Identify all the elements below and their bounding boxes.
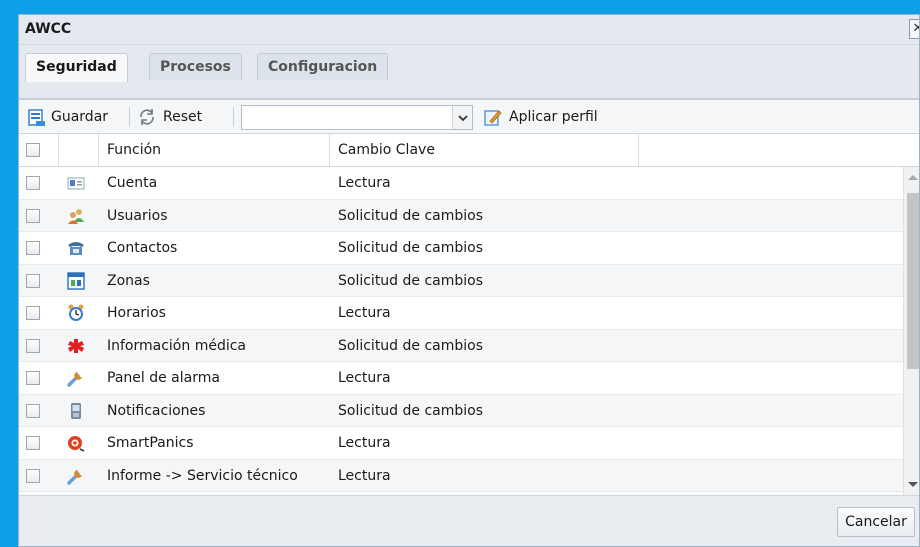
row-change: Solicitud de cambios: [338, 272, 484, 289]
row-function: Notificaciones: [107, 402, 206, 419]
refresh-icon: [140, 109, 154, 125]
users-icon: [68, 208, 84, 224]
table-row[interactable]: Informe -> Servicio técnico Lectura: [19, 459, 903, 492]
phone-icon: [68, 242, 84, 255]
wrench-icon: [67, 469, 82, 485]
scroll-thumb[interactable]: [907, 193, 919, 369]
toolbar-divider: [233, 107, 234, 127]
column-label: Función: [107, 142, 162, 158]
row-change: Lectura: [338, 305, 391, 321]
scroll-up-arrow[interactable]: [908, 175, 918, 180]
table-row[interactable]: Información médica Solicitud de cambios: [19, 329, 903, 362]
awcc-dialog: AWCC ✕ Seguridad Procesos Configuracion …: [18, 14, 920, 547]
cancel-button[interactable]: Cancelar: [837, 507, 915, 537]
reset-button[interactable]: Reset: [137, 106, 202, 128]
column-header-cambio-clave[interactable]: Cambio Clave: [330, 134, 639, 167]
row-function: Informe -> Servicio técnico: [107, 467, 298, 484]
chevron-down-icon: [457, 114, 468, 121]
title-bar: AWCC ✕: [19, 15, 919, 45]
row-function: SmartPanics: [107, 435, 194, 451]
row-checkbox[interactable]: [26, 371, 40, 385]
row-checkbox[interactable]: [26, 338, 40, 353]
tab-label: Configuracion: [268, 59, 378, 75]
grid-body: Cuenta Lectura Usuarios Solicitud de cam…: [19, 167, 903, 495]
table-row[interactable]: Notificaciones Solicitud de cambios: [19, 394, 903, 427]
column-header-funcion[interactable]: Función: [99, 134, 330, 167]
id-card-icon: [67, 177, 85, 190]
row-checkbox[interactable]: [26, 403, 40, 418]
table-row[interactable]: Contactos Solicitud de cambios: [19, 232, 903, 265]
mobile-phone-icon: [71, 402, 81, 419]
edit-icon: [484, 110, 502, 126]
row-function: Horarios: [107, 305, 166, 321]
column-label: Cambio Clave: [338, 142, 435, 158]
row-change: Lectura: [338, 370, 391, 386]
row-change: Lectura: [338, 175, 391, 191]
row-function: Cuenta: [107, 175, 158, 191]
medical-icon: [68, 338, 84, 353]
tab-label: Procesos: [160, 59, 231, 75]
row-function: Zonas: [107, 272, 150, 289]
row-function: Panel de alarma: [107, 370, 220, 386]
row-function: Información médica: [107, 337, 247, 354]
tab-label: Seguridad: [36, 59, 117, 75]
toolbar: Guardar Reset Aplicar perfil: [19, 99, 919, 133]
icon-column-header: [59, 134, 99, 167]
close-icon: ✕: [913, 21, 919, 36]
zones-icon: [67, 271, 85, 290]
row-checkbox[interactable]: [26, 468, 40, 483]
row-checkbox[interactable]: [26, 273, 40, 288]
row-change: Solicitud de cambios: [338, 240, 484, 256]
alarm-clock-icon: [68, 304, 84, 321]
tab-procesos[interactable]: Procesos: [149, 53, 242, 80]
select-all-cell: [19, 134, 59, 167]
apply-profile-label: Aplicar perfil: [509, 109, 598, 125]
window-title: AWCC: [25, 21, 72, 37]
table-row[interactable]: Usuarios Solicitud de cambios: [19, 199, 903, 232]
row-change: Lectura: [338, 435, 391, 451]
select-all-checkbox[interactable]: [26, 143, 40, 157]
tab-configuracion[interactable]: Configuracion: [257, 53, 389, 80]
apply-profile-button[interactable]: Aplicar perfil: [483, 106, 598, 128]
row-change: Solicitud de cambios: [338, 402, 484, 419]
row-change: Lectura: [338, 467, 391, 484]
table-row[interactable]: Horarios Lectura: [19, 297, 903, 330]
table-row[interactable]: Panel de alarma Lectura: [19, 362, 903, 395]
save-label: Guardar: [51, 109, 109, 125]
table-row[interactable]: SmartPanics Lectura: [19, 427, 903, 460]
row-checkbox[interactable]: [26, 241, 40, 255]
reset-label: Reset: [163, 109, 203, 125]
vertical-scrollbar[interactable]: [903, 167, 919, 495]
wrench-icon: [67, 372, 82, 387]
table-row[interactable]: Zonas Solicitud de cambios: [19, 264, 903, 297]
grid-header: Función Cambio Clave: [19, 133, 919, 167]
profile-select[interactable]: [241, 105, 473, 130]
row-checkbox[interactable]: [26, 176, 40, 190]
dialog-footer: Cancelar: [19, 495, 919, 546]
dropdown-trigger[interactable]: [452, 106, 472, 129]
row-change: Solicitud de cambios: [338, 207, 484, 224]
save-icon: [28, 109, 45, 126]
row-checkbox[interactable]: [26, 436, 40, 450]
row-checkbox[interactable]: [26, 208, 40, 223]
tab-seguridad[interactable]: Seguridad: [25, 53, 128, 82]
panic-icon: [68, 436, 85, 452]
tab-bar: Seguridad Procesos Configuracion Guardar: [19, 45, 919, 133]
row-change: Solicitud de cambios: [338, 337, 484, 354]
scroll-down-arrow[interactable]: [908, 482, 918, 487]
table-row[interactable]: Cuenta Lectura: [19, 167, 903, 200]
save-button[interactable]: Guardar: [27, 106, 108, 128]
cancel-label: Cancelar: [845, 514, 907, 530]
toolbar-divider: [129, 107, 130, 127]
row-checkbox[interactable]: [26, 306, 40, 320]
close-button[interactable]: ✕: [909, 19, 919, 39]
row-function: Contactos: [107, 240, 178, 256]
row-function: Usuarios: [107, 207, 168, 224]
